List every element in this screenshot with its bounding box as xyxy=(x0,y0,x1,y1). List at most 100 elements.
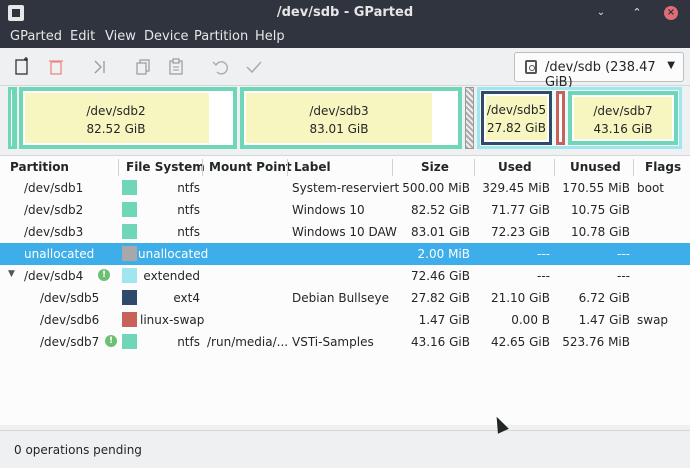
table-row[interactable]: /dev/sdb1 ntfs System-reserviert 500.00 … xyxy=(0,177,690,199)
cell-partition: /dev/sdb4 xyxy=(24,269,84,283)
cell-used: --- xyxy=(537,247,550,261)
column-header-label[interactable]: Label xyxy=(294,160,331,174)
maximize-icon[interactable]: ⌃ xyxy=(630,6,644,20)
undo-icon[interactable] xyxy=(210,57,230,77)
close-icon[interactable]: × xyxy=(664,6,678,20)
cell-partition: unallocated xyxy=(24,247,95,261)
column-header-used[interactable]: Used xyxy=(498,160,532,174)
filesystem-color-swatch xyxy=(122,224,137,239)
cell-mountpoint: /run/media/... xyxy=(207,335,289,349)
column-header-size[interactable]: Size xyxy=(421,160,449,174)
menu-help[interactable]: Help xyxy=(255,29,285,44)
table-row[interactable]: /dev/sdb2 ntfs Windows 10 82.52 GiB 71.7… xyxy=(0,199,690,221)
partition-size: 27.82 GiB xyxy=(486,121,547,135)
device-label: /dev/sdb (238.47 GiB) xyxy=(545,60,656,90)
minimize-icon[interactable]: ⌄ xyxy=(594,6,608,20)
column-header-flags[interactable]: Flags xyxy=(645,160,681,174)
table-row[interactable]: /dev/sdb7 ! ntfs /run/media/... VSTi-Sam… xyxy=(0,331,690,353)
cell-unused: --- xyxy=(617,269,630,283)
cell-label: Windows 10 DAW xyxy=(292,225,397,239)
cell-used: --- xyxy=(537,269,550,283)
partition-size: 83.01 GiB xyxy=(309,122,369,136)
menu-partition[interactable]: Partition xyxy=(194,29,248,44)
cell-size: 83.01 GiB xyxy=(410,225,470,239)
table-row[interactable]: /dev/sdb5 ext4 Debian Bullseye 27.82 GiB… xyxy=(0,287,690,309)
partition-size: 82.52 GiB xyxy=(86,122,146,136)
cell-unused: 1.47 GiB xyxy=(578,313,630,327)
cell-partition: /dev/sdb2 xyxy=(24,203,84,217)
column-header-mountpoint[interactable]: Mount Point xyxy=(209,160,292,174)
cell-size: 500.00 MiB xyxy=(402,181,470,195)
partition-block-sdb7[interactable]: /dev/sdb7 43.16 GiB xyxy=(568,91,678,145)
partition-name: /dev/sdb7 xyxy=(593,104,653,118)
copy-icon[interactable] xyxy=(134,57,154,77)
partition-block-sdb5[interactable]: /dev/sdb5 27.82 GiB xyxy=(481,91,552,145)
cell-partition: /dev/sdb7 xyxy=(40,335,100,349)
column-header-unused[interactable]: Unused xyxy=(570,160,621,174)
cell-size: 27.82 GiB xyxy=(410,291,470,305)
menu-bar: GParted Edit View Device Partition Help xyxy=(0,26,690,48)
table-row[interactable]: /dev/sdb6 linux-swap 1.47 GiB 0.00 B 1.4… xyxy=(0,309,690,331)
new-partition-icon[interactable] xyxy=(12,57,32,77)
apply-icon[interactable] xyxy=(244,57,264,77)
cell-label: System-reserviert xyxy=(292,181,400,195)
table-row-selected[interactable]: unallocated unallocated 2.00 MiB --- --- xyxy=(0,243,690,265)
column-header-filesystem[interactable]: File System xyxy=(126,160,205,174)
partition-table: Partition File System Mount Point Label … xyxy=(0,155,690,425)
expander-icon[interactable]: ▼ xyxy=(8,269,15,279)
cell-used: 0.00 B xyxy=(511,313,550,327)
operations-pending-text: 0 operations pending xyxy=(14,443,142,457)
filesystem-color-swatch xyxy=(122,202,137,217)
cell-flags: swap xyxy=(637,313,669,327)
partition-block-sdb3[interactable]: /dev/sdb3 83.01 GiB xyxy=(240,87,462,149)
cell-filesystem: ntfs xyxy=(177,203,200,217)
resize-move-icon[interactable] xyxy=(90,57,110,77)
cell-partition: /dev/sdb5 xyxy=(40,291,100,305)
cell-filesystem: ntfs xyxy=(177,225,200,239)
delete-icon[interactable] xyxy=(46,57,66,77)
cell-size: 43.16 GiB xyxy=(410,335,470,349)
table-row[interactable]: /dev/sdb3 ntfs Windows 10 DAW 83.01 GiB … xyxy=(0,221,690,243)
partition-size: 43.16 GiB xyxy=(593,122,653,136)
filesystem-color-swatch xyxy=(122,180,137,195)
filesystem-color-swatch xyxy=(122,290,137,305)
cell-unused: 6.72 GiB xyxy=(578,291,630,305)
menu-edit[interactable]: Edit xyxy=(70,29,95,44)
unallocated-block[interactable] xyxy=(465,87,474,149)
disk-map: /dev/sdb2 82.52 GiB /dev/sdb3 83.01 GiB … xyxy=(0,87,690,153)
chevron-down-icon: ▼ xyxy=(667,60,675,71)
cell-filesystem: unallocated xyxy=(138,247,209,261)
cell-partition: /dev/sdb6 xyxy=(40,313,100,327)
partition-name: /dev/sdb3 xyxy=(309,104,369,118)
partition-name: /dev/sdb2 xyxy=(86,104,146,118)
cell-used: 329.45 MiB xyxy=(482,181,550,195)
table-row[interactable]: ▼ /dev/sdb4 ! extended 72.46 GiB --- --- xyxy=(0,265,690,287)
paste-icon[interactable] xyxy=(166,57,186,77)
cell-unused: 523.76 MiB xyxy=(562,335,630,349)
cell-unused: 10.75 GiB xyxy=(570,203,630,217)
menu-view[interactable]: View xyxy=(105,29,136,44)
mount-status-icon: ! xyxy=(105,335,117,347)
cell-partition: /dev/sdb1 xyxy=(24,181,84,195)
cell-unused: --- xyxy=(617,247,630,261)
cell-unused: 10.78 GiB xyxy=(570,225,630,239)
filesystem-color-swatch xyxy=(122,268,137,283)
cell-used: 42.65 GiB xyxy=(490,335,550,349)
filesystem-color-swatch xyxy=(122,312,137,327)
cell-unused: 170.55 MiB xyxy=(562,181,630,195)
filesystem-color-swatch xyxy=(122,246,137,261)
cell-filesystem: ntfs xyxy=(177,335,200,349)
mount-status-icon: ! xyxy=(98,269,110,281)
title-bar: /dev/sdb - GParted ⌄ ⌃ × xyxy=(0,0,690,26)
cell-filesystem: linux-swap xyxy=(140,313,205,327)
cell-used: 72.23 GiB xyxy=(490,225,550,239)
window-title: /dev/sdb - GParted xyxy=(276,5,414,20)
partition-block-sdb2[interactable]: /dev/sdb2 82.52 GiB xyxy=(19,87,237,149)
menu-device[interactable]: Device xyxy=(144,29,188,44)
device-selector[interactable]: /dev/sdb (238.47 GiB) ▼ xyxy=(514,52,684,90)
menu-gparted[interactable]: GParted xyxy=(10,29,62,44)
column-header-partition[interactable]: Partition xyxy=(10,160,69,174)
partition-block-sdb6[interactable] xyxy=(556,91,565,145)
status-bar: 0 operations pending xyxy=(0,430,690,468)
partition-block-sdb1-fill xyxy=(12,90,14,146)
